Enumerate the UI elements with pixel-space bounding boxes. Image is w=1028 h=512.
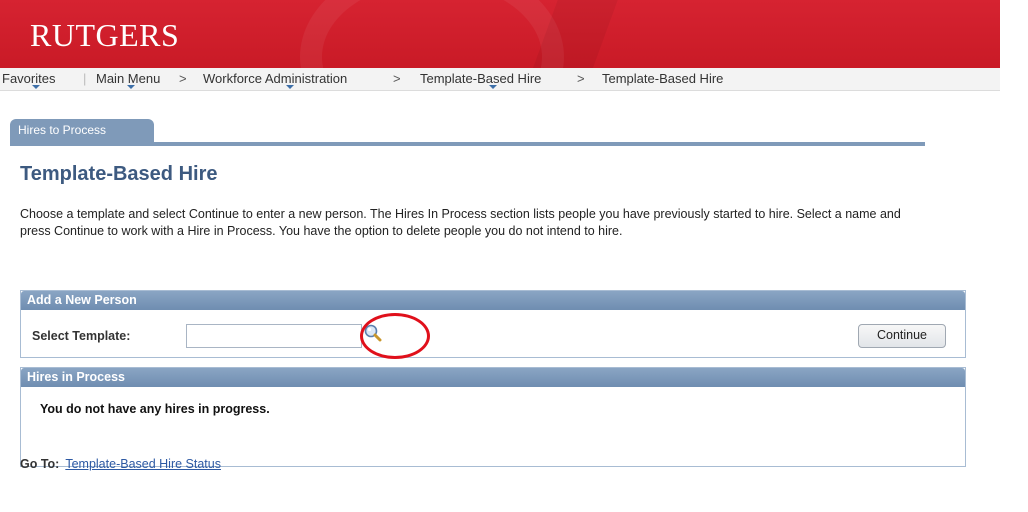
torn-edge	[988, 0, 1028, 512]
rutgers-logo: RUTGERS	[30, 17, 180, 53]
goto-row: Go To: Template-Based Hire Status	[20, 457, 221, 471]
breadcrumb-separator: >	[393, 71, 401, 86]
page-frame: RUTGERS Favorites | Main Menu > Workforc…	[0, 0, 1000, 497]
page-description: Choose a template and select Continue to…	[20, 207, 901, 238]
chevron-down-icon	[127, 85, 135, 89]
breadcrumb-separator: >	[577, 71, 585, 86]
nav-favorites[interactable]: Favorites	[2, 71, 55, 86]
header-banner: RUTGERS	[0, 0, 1000, 154]
tab-label: Hires to Process	[18, 123, 107, 137]
select-template-label: Select Template:	[32, 329, 131, 343]
select-template-input[interactable]	[186, 324, 362, 348]
tab-underline	[10, 142, 925, 146]
template-based-hire-status-link[interactable]: Template-Based Hire Status	[65, 457, 221, 471]
add-new-person-section: Add a New Person	[20, 290, 966, 358]
section-header: Hires in Process	[21, 368, 965, 387]
section-header: Add a New Person	[21, 291, 965, 310]
page-title: Template-Based Hire	[20, 163, 218, 185]
nav-main-menu[interactable]: Main Menu	[96, 71, 160, 86]
breadcrumb-current: Template-Based Hire	[602, 71, 724, 86]
chevron-down-icon	[489, 85, 497, 89]
chevron-down-icon	[32, 85, 40, 89]
breadcrumb-separator: >	[179, 71, 187, 86]
nav-workforce-administration[interactable]: Workforce Administration	[203, 71, 347, 86]
nav-bar: Favorites | Main Menu > Workforce Admini…	[0, 68, 1000, 91]
goto-label: Go To:	[20, 457, 60, 471]
hires-in-process-section: Hires in Process	[20, 367, 966, 467]
nav-template-based-hire[interactable]: Template-Based Hire	[420, 71, 541, 86]
continue-button[interactable]: Continue	[858, 324, 946, 348]
tab-hires-to-process[interactable]: Hires to Process	[10, 119, 154, 142]
empty-message: You do not have any hires in progress.	[40, 402, 270, 416]
chevron-down-icon	[286, 85, 294, 89]
annotation-circle	[360, 313, 430, 359]
